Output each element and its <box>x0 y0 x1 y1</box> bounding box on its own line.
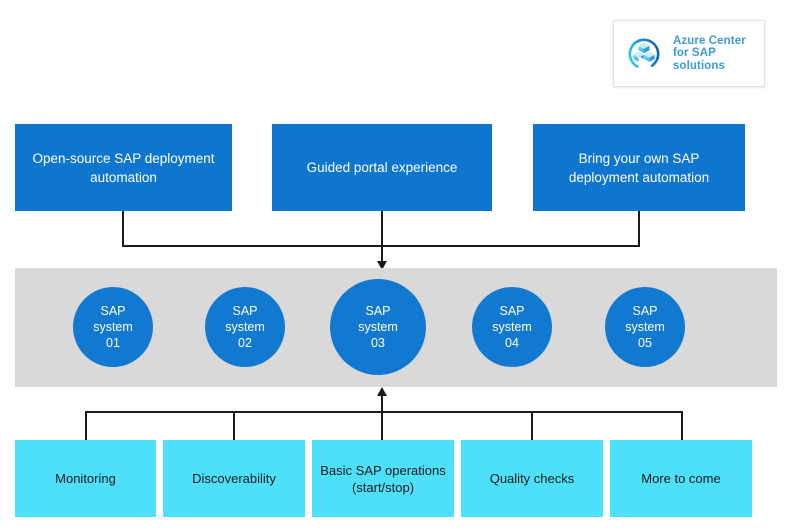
bottom-box-label: Discoverability <box>192 471 276 486</box>
badge-title-line2: for SAP <box>673 47 716 60</box>
connector-rise-to-band <box>381 396 383 411</box>
top-box-label: Guided portal experience <box>306 160 458 175</box>
arrow-up-icon <box>377 387 387 396</box>
connector-stub-top-mid <box>381 211 383 245</box>
azure-center-for-sap-solutions-badge: Azure Center for SAP solutions <box>613 20 765 87</box>
sap-system-circle-04: SAP system 04 <box>472 287 552 367</box>
connector-stub-top-left <box>122 211 124 245</box>
sap-system-circle-01: SAP system 01 <box>73 287 153 367</box>
bottom-box-quality-checks: Quality checks <box>461 440 603 517</box>
circle-line3: 01 <box>106 336 120 350</box>
connector-stub-top-right <box>638 211 640 245</box>
connector-stub-bottom-2 <box>233 411 235 440</box>
bottom-box-label: Quality checks <box>489 471 575 486</box>
diagram-canvas: Azure Center for SAP solutions Open-sour… <box>0 0 790 532</box>
connector-bus-bottom <box>85 411 683 413</box>
top-box-label: Open-source SAP deployment automation <box>32 150 215 185</box>
circle-line2: system <box>93 320 133 334</box>
connector-stub-bottom-5 <box>681 411 683 440</box>
connector-stub-bottom-3 <box>381 411 383 440</box>
circle-line2: system <box>358 320 398 334</box>
top-box-bring-your-own-automation: Bring your own SAP deployment automation <box>533 124 745 211</box>
circle-line3: 05 <box>638 336 652 350</box>
circle-line2: system <box>492 320 532 334</box>
circle-line2: system <box>625 320 665 334</box>
top-box-open-source-automation: Open-source SAP deployment automation <box>15 124 232 211</box>
badge-title-line3: solutions <box>673 59 726 72</box>
connector-stub-bottom-4 <box>531 411 533 440</box>
bottom-box-label: Basic SAP operations (start/stop) <box>320 462 446 495</box>
badge-title-line1: Azure Center <box>673 34 746 47</box>
circle-line1: SAP <box>100 304 126 318</box>
sap-system-circle-02: SAP system 02 <box>205 287 285 367</box>
sap-systems-band: SAP system 01 SAP system 02 SAP system 0… <box>15 268 777 387</box>
bottom-box-more-to-come: More to come <box>610 440 752 517</box>
sap-system-circle-05: SAP system 05 <box>605 287 685 367</box>
circle-line1: SAP <box>499 304 525 318</box>
bottom-box-monitoring: Monitoring <box>15 440 156 517</box>
circle-line1: SAP <box>232 304 258 318</box>
sap-system-circle-03: SAP system 03 <box>330 279 426 375</box>
circle-line3: 04 <box>505 336 519 350</box>
connector-stub-bottom-1 <box>85 411 87 440</box>
top-box-guided-portal: Guided portal experience <box>272 124 492 211</box>
bottom-box-label: More to come <box>641 471 721 486</box>
bottom-box-label: Monitoring <box>55 471 116 486</box>
badge-title: Azure Center for SAP solutions <box>673 35 746 73</box>
bottom-box-discoverability: Discoverability <box>163 440 305 517</box>
circle-line1: SAP <box>632 304 658 318</box>
circle-line3: 03 <box>371 336 385 350</box>
top-box-label: Bring your own SAP deployment automation <box>568 150 710 185</box>
circle-line1: SAP <box>365 304 391 318</box>
circle-line2: system <box>225 320 265 334</box>
circle-line3: 02 <box>238 336 252 350</box>
azure-cubes-ring-icon <box>628 38 660 69</box>
bottom-box-basic-sap-operations: Basic SAP operations (start/stop) <box>312 440 454 517</box>
